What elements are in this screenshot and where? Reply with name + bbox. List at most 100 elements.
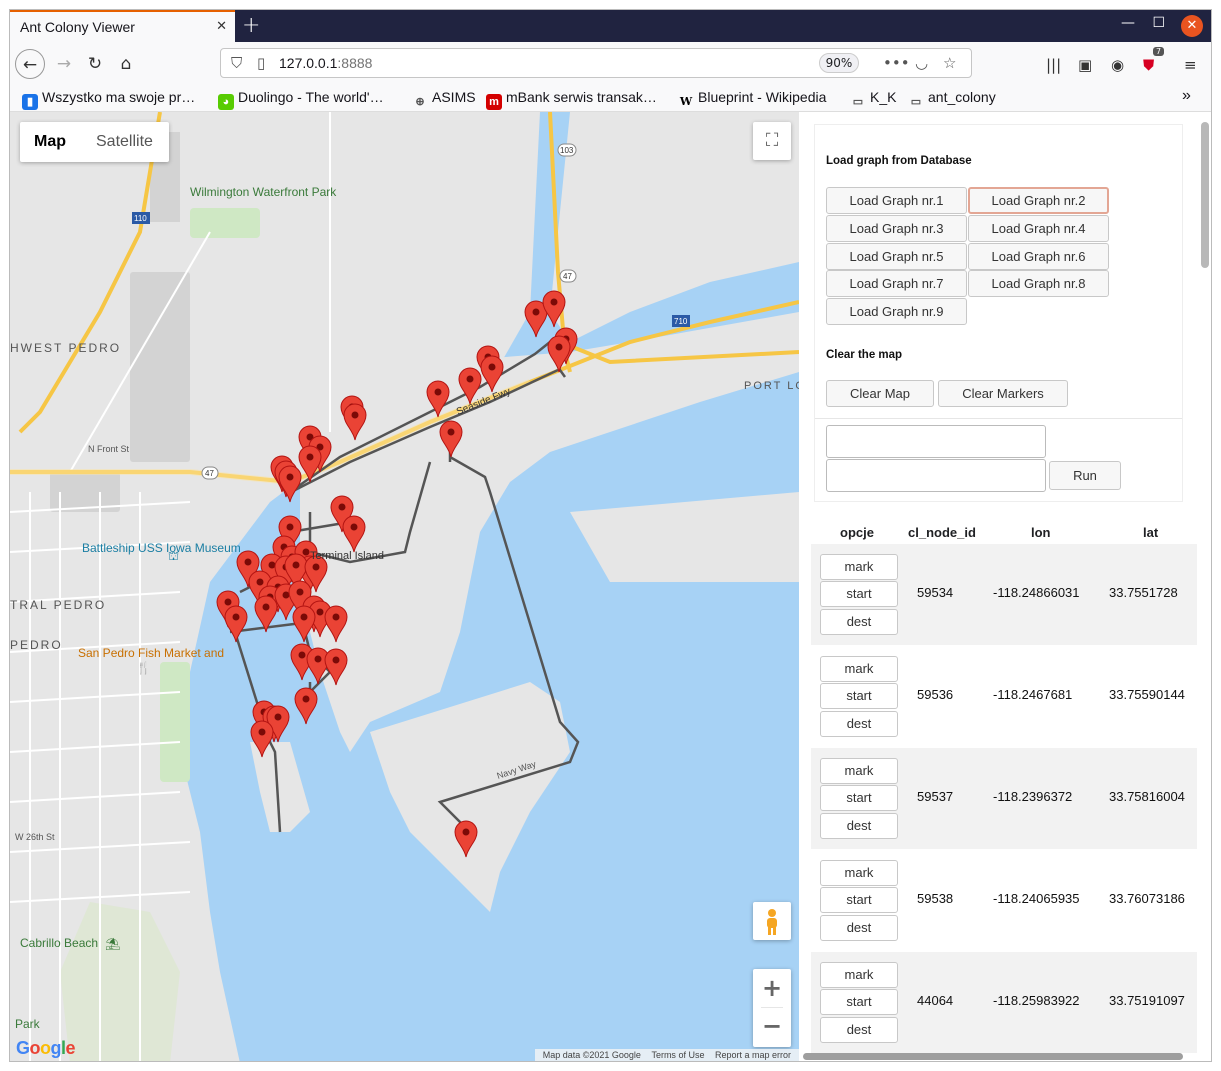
bookmark-label: Duolingo - The world'… — [238, 89, 384, 105]
clear-markers-button[interactable]: Clear Markers — [938, 380, 1068, 407]
load-graph-8-button[interactable]: Load Graph nr.8 — [968, 270, 1109, 297]
dest-button[interactable]: dest — [820, 1017, 898, 1043]
shield-icon[interactable]: ⛉ — [231, 54, 242, 72]
folder-icon: ▭ — [852, 96, 864, 108]
start-button[interactable]: start — [820, 683, 898, 709]
start-button[interactable]: start — [820, 887, 898, 913]
dest-button[interactable]: dest — [820, 609, 898, 635]
bookmark-label: Blueprint - Wikipedia — [698, 89, 827, 105]
bookmark-folder[interactable]: ▭ K_K — [850, 89, 897, 110]
vertical-scrollbar[interactable] — [1201, 122, 1209, 268]
menu-icon[interactable]: ≡ — [1184, 56, 1197, 74]
load-graph-7-button[interactable]: Load Graph nr.7 — [826, 270, 967, 297]
col-header-opcje: opcje — [840, 525, 874, 540]
park-label: Park — [15, 1017, 41, 1031]
address-bar[interactable]: ⛉ ▯ 127.0.0.1:8888 90% ••• ◡ ☆ — [220, 48, 972, 78]
report-error-link[interactable]: Report a map error — [715, 1050, 791, 1060]
load-graph-2-button[interactable]: Load Graph nr.2 — [968, 187, 1109, 214]
mark-button[interactable]: mark — [820, 554, 898, 580]
district-label: PEDRO — [10, 638, 63, 652]
bookmark-star-icon[interactable]: ☆ — [943, 54, 956, 72]
zoom-in-icon[interactable]: + — [753, 969, 791, 1007]
museum-icon: ⛫ — [168, 549, 179, 563]
route-103-shield: 103 — [560, 146, 574, 155]
maximize-icon[interactable]: ☐ — [1152, 15, 1165, 31]
terms-link[interactable]: Terms of Use — [651, 1050, 704, 1060]
map-marker-pin[interactable] — [294, 687, 318, 725]
bookmarks-overflow-icon[interactable]: » — [1182, 87, 1191, 105]
back-icon[interactable]: ← — [15, 49, 45, 79]
mark-button[interactable]: mark — [820, 860, 898, 886]
run-button[interactable]: Run — [1049, 461, 1121, 490]
zoom-out-icon[interactable]: − — [753, 1007, 791, 1045]
map-type-satellite-button[interactable]: Satellite — [96, 122, 153, 162]
bookmark-item[interactable]: ▮ Wszystko ma swoje pr… — [22, 89, 195, 110]
dest-button[interactable]: dest — [820, 915, 898, 941]
beach-icon: ⛱ — [105, 937, 120, 951]
mark-button[interactable]: mark — [820, 962, 898, 988]
clear-map-button[interactable]: Clear Map — [826, 380, 934, 407]
new-tab-icon[interactable]: + — [242, 13, 260, 38]
map-attribution: Map data ©2021 Google Terms of Use Repor… — [534, 1049, 799, 1061]
bookmark-label: ASIMS — [432, 89, 476, 105]
map-data-credit: Map data ©2021 Google — [542, 1050, 641, 1060]
google-map[interactable]: Wilmington Waterfront Park Battleship US… — [10, 112, 799, 1062]
load-graph-5-button[interactable]: Load Graph nr.5 — [826, 243, 967, 270]
home-icon[interactable]: ⌂ — [111, 49, 141, 79]
start-button[interactable]: start — [820, 785, 898, 811]
dest-node-input[interactable] — [826, 459, 1046, 492]
route-710-shield: 710 — [674, 317, 688, 326]
node-id-cell: 59534 — [917, 585, 954, 600]
library-icon[interactable]: ||| — [1046, 56, 1061, 74]
bookmark-folder[interactable]: ▭ ant_colony — [908, 89, 996, 110]
bookmark-item[interactable]: m mBank serwis transak… — [486, 89, 657, 110]
bookmark-label: mBank serwis transak… — [506, 89, 657, 105]
beach-label: Cabrillo Beach — [20, 936, 98, 950]
map-marker-pin[interactable] — [224, 605, 248, 643]
load-graph-6-button[interactable]: Load Graph nr.6 — [968, 243, 1109, 270]
bookmark-blue-icon: ▮ — [22, 94, 38, 110]
sidebar-icon[interactable]: ▣ — [1078, 56, 1092, 74]
bookmark-item[interactable]: ⊕ ASIMS — [412, 89, 476, 110]
window-close-icon[interactable]: ✕ — [1181, 15, 1203, 37]
navigation-bar: ← → ↻ ⌂ ⛉ ▯ 127.0.0.1:8888 90% ••• ◡ ☆ |… — [10, 42, 1211, 86]
table-header: opcje cl_node_id lon lat — [811, 524, 1197, 544]
start-node-input[interactable] — [826, 425, 1046, 458]
start-button[interactable]: start — [820, 581, 898, 607]
extension-badge: 7 — [1153, 47, 1165, 56]
start-button[interactable]: start — [820, 989, 898, 1015]
horizontal-scrollbar[interactable] — [803, 1053, 1183, 1060]
dest-button[interactable]: dest — [820, 813, 898, 839]
load-graph-4-button[interactable]: Load Graph nr.4 — [968, 215, 1109, 242]
mark-button[interactable]: mark — [820, 758, 898, 784]
fish-market-label: San Pedro Fish Market and — [78, 646, 224, 660]
pegman-icon[interactable] — [753, 902, 791, 940]
lon-cell: -118.24866031 — [993, 585, 1080, 600]
page-actions-icon[interactable]: ••• — [883, 54, 910, 72]
forward-icon[interactable]: → — [49, 49, 79, 79]
col-header-lat: lat — [1143, 525, 1159, 540]
zoom-level-badge[interactable]: 90% — [819, 53, 859, 73]
dest-button[interactable]: dest — [820, 711, 898, 737]
bookmark-item[interactable]: ◕ Duolingo - The world'… — [218, 89, 384, 110]
map-marker-pin[interactable] — [278, 465, 302, 503]
ublock-icon[interactable]: ⛊ — [1143, 56, 1154, 74]
minimize-icon[interactable]: — — [1121, 15, 1135, 31]
url-text[interactable]: 127.0.0.1:8888 — [279, 55, 372, 71]
pocket-icon[interactable]: ◡ — [915, 54, 928, 72]
mark-button[interactable]: mark — [820, 656, 898, 682]
tab-title: Ant Colony Viewer — [20, 19, 135, 35]
fullscreen-icon[interactable]: ⛶ — [753, 122, 791, 160]
load-graph-1-button[interactable]: Load Graph nr.1 — [826, 187, 967, 214]
tab-ant-colony[interactable]: Ant Colony Viewer ✕ — [10, 10, 235, 42]
load-graph-9-button[interactable]: Load Graph nr.9 — [826, 298, 967, 325]
page-info-icon[interactable]: ▯ — [257, 54, 265, 72]
load-graph-3-button[interactable]: Load Graph nr.3 — [826, 215, 967, 242]
reload-icon[interactable]: ↻ — [80, 49, 110, 79]
map-canvas[interactable]: Wilmington Waterfront Park Battleship US… — [10, 112, 799, 1062]
bookmark-item[interactable]: W Blueprint - Wikipedia — [678, 89, 827, 110]
map-type-map-button[interactable]: Map — [34, 122, 66, 162]
close-tab-icon[interactable]: ✕ — [216, 19, 227, 34]
park-label: Wilmington Waterfront Park — [190, 185, 337, 199]
account-icon[interactable]: ◉ — [1111, 56, 1124, 74]
